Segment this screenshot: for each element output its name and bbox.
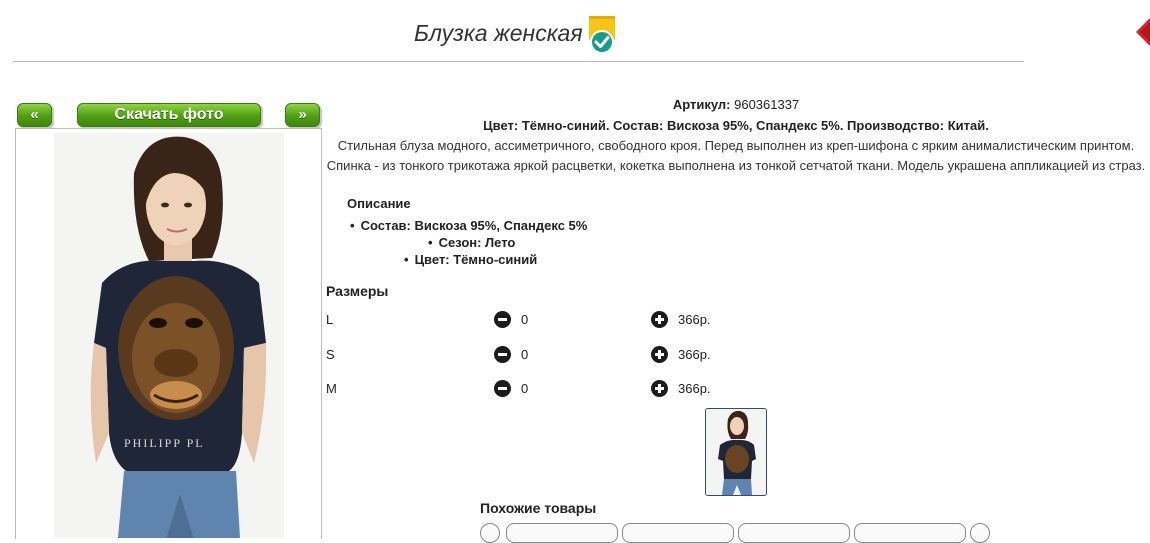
decrease-quantity-button[interactable] [494,311,511,328]
decrease-quantity-button[interactable] [494,380,511,397]
price-value: 366р. [678,381,711,396]
similar-products-heading: Похожие товары [480,500,597,516]
title-divider [13,61,1024,62]
download-photo-button[interactable]: Скачать фото [77,103,261,127]
size-label: L [326,312,334,327]
product-photo[interactable]: PHILIPP PL [54,133,284,538]
similar-products-strip [480,523,990,543]
similar-prev-button[interactable] [480,523,500,543]
similar-product-item[interactable] [854,523,966,543]
previous-photo-button[interactable]: « [17,103,52,127]
next-photo-button[interactable]: » [285,103,320,127]
sizes-heading: Размеры [326,283,389,299]
price-value: 366р. [678,312,711,327]
article-label: Артикул: [672,97,731,112]
product-summary: Цвет: Тёмно-синий. Состав: Вискоза 95%, … [483,118,989,133]
increase-quantity-button[interactable] [651,380,668,397]
details-heading: Описание [347,196,411,211]
similar-product-item[interactable] [506,523,618,543]
product-thumbnail[interactable] [705,408,767,496]
shirt-print-text: PHILIPP PL [124,436,205,450]
similar-product-item[interactable] [622,523,734,543]
size-row-l: L 0 366р. [326,311,826,331]
verified-badge-icon [589,16,615,54]
size-row-m: M 0 366р. [326,380,826,400]
close-icon[interactable] [1134,16,1150,48]
quantity-value: 0 [521,312,529,327]
article-value: 960361337 [734,97,800,112]
details-item-season: Сезон: Лето [428,235,516,250]
similar-next-button[interactable] [970,523,990,543]
size-label: S [326,347,335,362]
product-description: Стильная блуза модного, ассиметричного, … [326,138,1146,173]
page-title: Блузка женская [414,20,583,46]
title-area: Блузка женская [0,0,1150,70]
article-line: Артикул: 960361337 [326,97,1146,112]
price-value: 366р. [678,347,711,362]
quantity-value: 0 [521,347,529,362]
similar-product-item[interactable] [738,523,850,543]
increase-quantity-button[interactable] [651,311,668,328]
product-photo-frame: PHILIPP PL [15,128,322,539]
size-row-s: S 0 366р. [326,346,826,366]
details-item-composition: Состав: Вискоза 95%, Спандекс 5% [350,218,588,233]
details-item-color: Цвет: Тёмно-синий [404,252,538,267]
size-label: M [326,381,337,396]
quantity-value: 0 [521,381,529,396]
decrease-quantity-button[interactable] [494,346,511,363]
increase-quantity-button[interactable] [651,346,668,363]
